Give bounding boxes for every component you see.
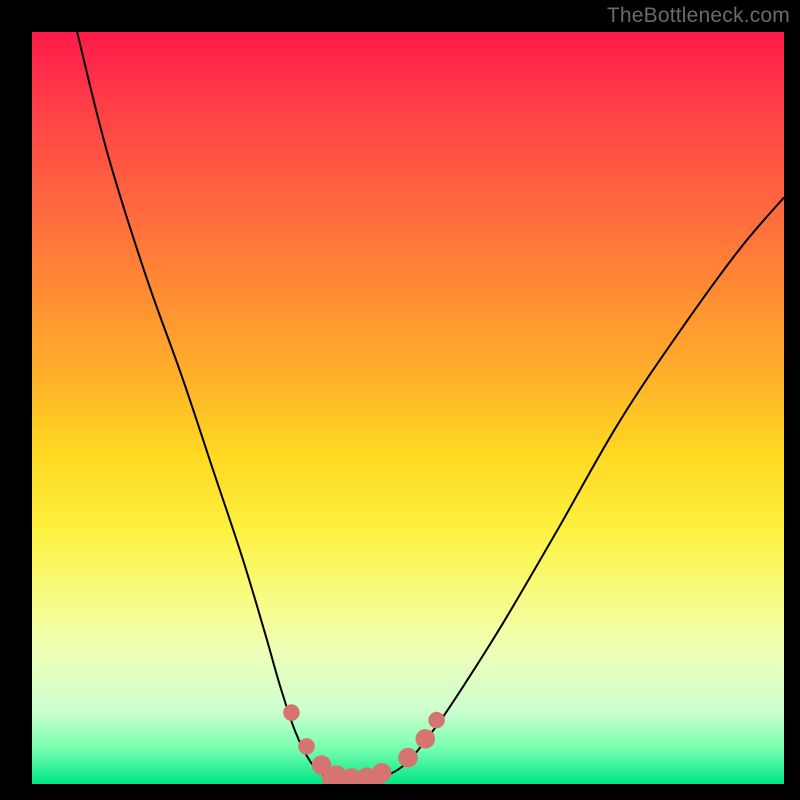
chart-frame: TheBottleneck.com: [0, 0, 800, 800]
curve-group: [77, 32, 784, 784]
data-marker: [298, 738, 315, 755]
data-marker: [428, 712, 445, 729]
data-marker: [416, 729, 436, 749]
plot-area: [32, 32, 784, 784]
watermark-text: TheBottleneck.com: [607, 4, 790, 28]
chart-svg: [32, 32, 784, 784]
data-marker: [398, 748, 418, 768]
bottleneck-curve: [77, 32, 784, 784]
data-marker: [372, 763, 392, 783]
markers-group: [283, 704, 445, 784]
data-marker: [283, 704, 300, 721]
